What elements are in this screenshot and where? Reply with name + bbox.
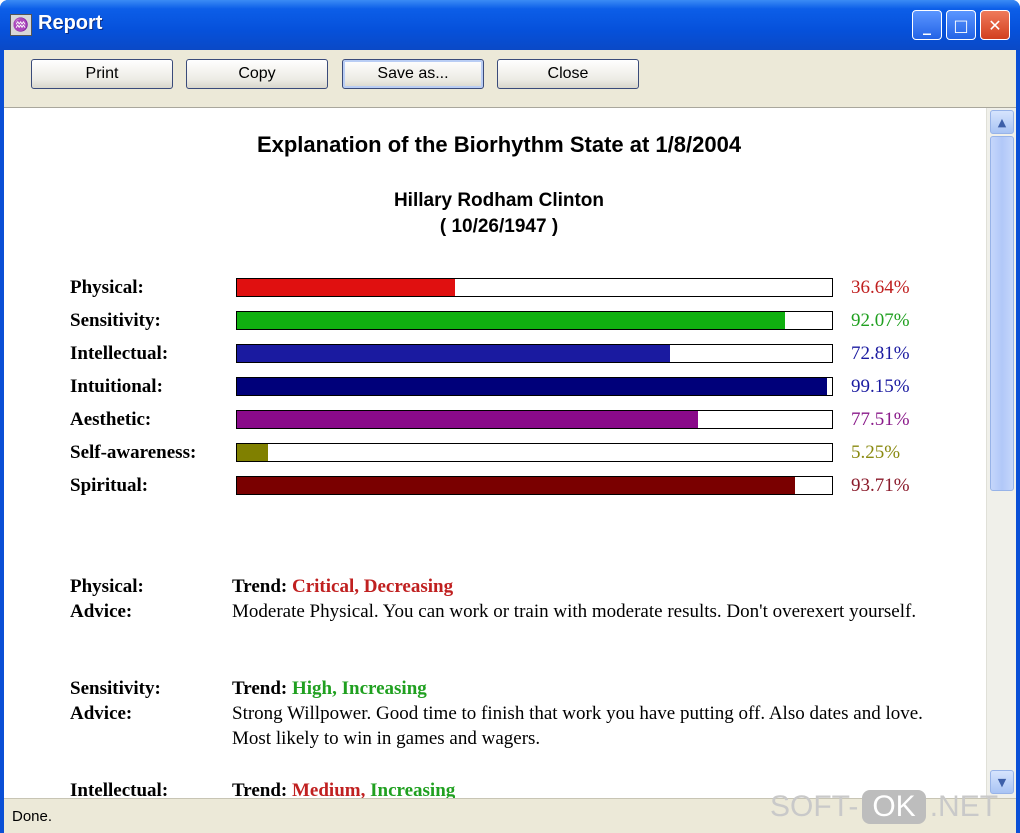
bar-label: Aesthetic:	[70, 409, 152, 430]
watermark-logo: SOFT- OK .NET	[770, 787, 998, 827]
close-icon: ✕	[988, 15, 1002, 35]
minimize-button[interactable]: _	[912, 10, 942, 40]
bar-value: 77.51%	[851, 409, 910, 430]
bar-track	[236, 410, 833, 429]
trend-label: Trend:	[232, 576, 292, 597]
person-name: Hillary Rodham Clinton	[393, 190, 605, 211]
bar-row: Sensitivity: 92.07%	[4, 306, 984, 336]
close-button[interactable]: Close	[497, 59, 639, 89]
watermark-ok: OK	[862, 790, 926, 824]
scroll-thumb[interactable]	[990, 136, 1014, 491]
status-text: Done.	[12, 808, 53, 825]
advice-heading: Sensitivity: Advice:	[70, 676, 230, 726]
scroll-up-button[interactable]: ▲	[990, 110, 1014, 134]
bar-label: Spiritual:	[70, 475, 149, 496]
bar-row: Spiritual: 93.71%	[4, 471, 984, 501]
trend-value: High, Increasing	[292, 678, 427, 699]
advice-label: Advice:	[70, 601, 133, 622]
trend-value: Critical, Decreasing	[292, 576, 454, 597]
print-button[interactable]: Print	[31, 59, 173, 89]
advice-heading: Physical: Advice:	[70, 574, 230, 624]
bar-row: Self-awareness: 5.25%	[4, 438, 984, 468]
advice-category: Physical:	[70, 576, 144, 597]
maximize-icon: □	[953, 15, 969, 35]
bar-fill	[237, 279, 455, 296]
bar-fill	[237, 444, 269, 461]
bar-value: 99.15%	[851, 376, 910, 397]
bar-row: Intellectual: 72.81%	[4, 339, 984, 369]
birth-date: ( 10/26/1947 )	[439, 216, 559, 237]
close-window-button[interactable]: ✕	[980, 10, 1010, 40]
bar-label: Physical:	[70, 277, 144, 298]
trend-label: Trend:	[232, 678, 292, 699]
bar-value: 92.07%	[851, 310, 910, 331]
bar-row: Aesthetic: 77.51%	[4, 405, 984, 435]
bar-track	[236, 476, 833, 495]
advice-text: Moderate Physical. You can work or train…	[232, 601, 917, 622]
advice-heading: Intellectual:	[70, 778, 230, 798]
maximize-button[interactable]: □	[946, 10, 976, 40]
bar-value: 72.81%	[851, 343, 910, 364]
bar-track	[236, 278, 833, 297]
save-as-button[interactable]: Save as...	[342, 59, 484, 89]
advice-body: Trend: High, Increasing Strong Willpower.…	[232, 676, 932, 751]
report-body: Explanation of the Biorhythm State at 1/…	[4, 108, 984, 798]
bar-fill	[237, 477, 795, 494]
trend-value: Increasing	[365, 780, 456, 798]
bar-fill	[237, 378, 827, 395]
trend-label: Trend:	[232, 780, 292, 798]
watermark-left: SOFT-	[770, 790, 859, 823]
report-content[interactable]: Explanation of the Biorhythm State at 1/…	[4, 108, 1016, 798]
vertical-scrollbar[interactable]: ▲ ▼	[986, 108, 1016, 798]
report-window: ♒ Report _ □ ✕ Print Copy Save as... Clo…	[0, 0, 1020, 833]
report-title: Explanation of the Biorhythm State at 1/…	[256, 132, 742, 157]
advice-label: Advice:	[70, 703, 133, 724]
advice-category: Intellectual:	[70, 780, 169, 798]
bar-row: Intuitional: 99.15%	[4, 372, 984, 402]
bar-fill	[237, 312, 785, 329]
bar-row: Physical: 36.64%	[4, 273, 984, 303]
bar-label: Intuitional:	[70, 376, 163, 397]
minimize-icon: _	[923, 15, 931, 35]
bar-value: 5.25%	[851, 442, 901, 463]
bar-label: Sensitivity:	[70, 310, 161, 331]
copy-button[interactable]: Copy	[186, 59, 328, 89]
advice-body: Trend: Critical, Decreasing Moderate Phys…	[232, 574, 932, 624]
title-bar[interactable]: ♒ Report _ □ ✕	[0, 0, 1020, 50]
bar-track	[236, 377, 833, 396]
advice-text: Strong Willpower. Good time to finish th…	[232, 703, 923, 749]
bar-fill	[237, 411, 699, 428]
toolbar: Print Copy Save as... Close	[4, 50, 1016, 108]
app-icon: ♒	[10, 14, 32, 36]
bar-fill	[237, 345, 671, 362]
bar-value: 36.64%	[851, 277, 910, 298]
bar-track	[236, 311, 833, 330]
bar-label: Self-awareness:	[70, 442, 197, 463]
bar-value: 93.71%	[851, 475, 910, 496]
bar-track	[236, 344, 833, 363]
watermark-right: .NET	[929, 790, 999, 823]
chevron-down-icon: ▼	[997, 775, 1007, 789]
window-title: Report	[38, 12, 103, 34]
chevron-up-icon: ▲	[997, 115, 1007, 129]
bar-label: Intellectual:	[70, 343, 169, 364]
trend-value: Medium,	[292, 780, 366, 798]
advice-category: Sensitivity:	[70, 678, 161, 699]
bar-track	[236, 443, 833, 462]
